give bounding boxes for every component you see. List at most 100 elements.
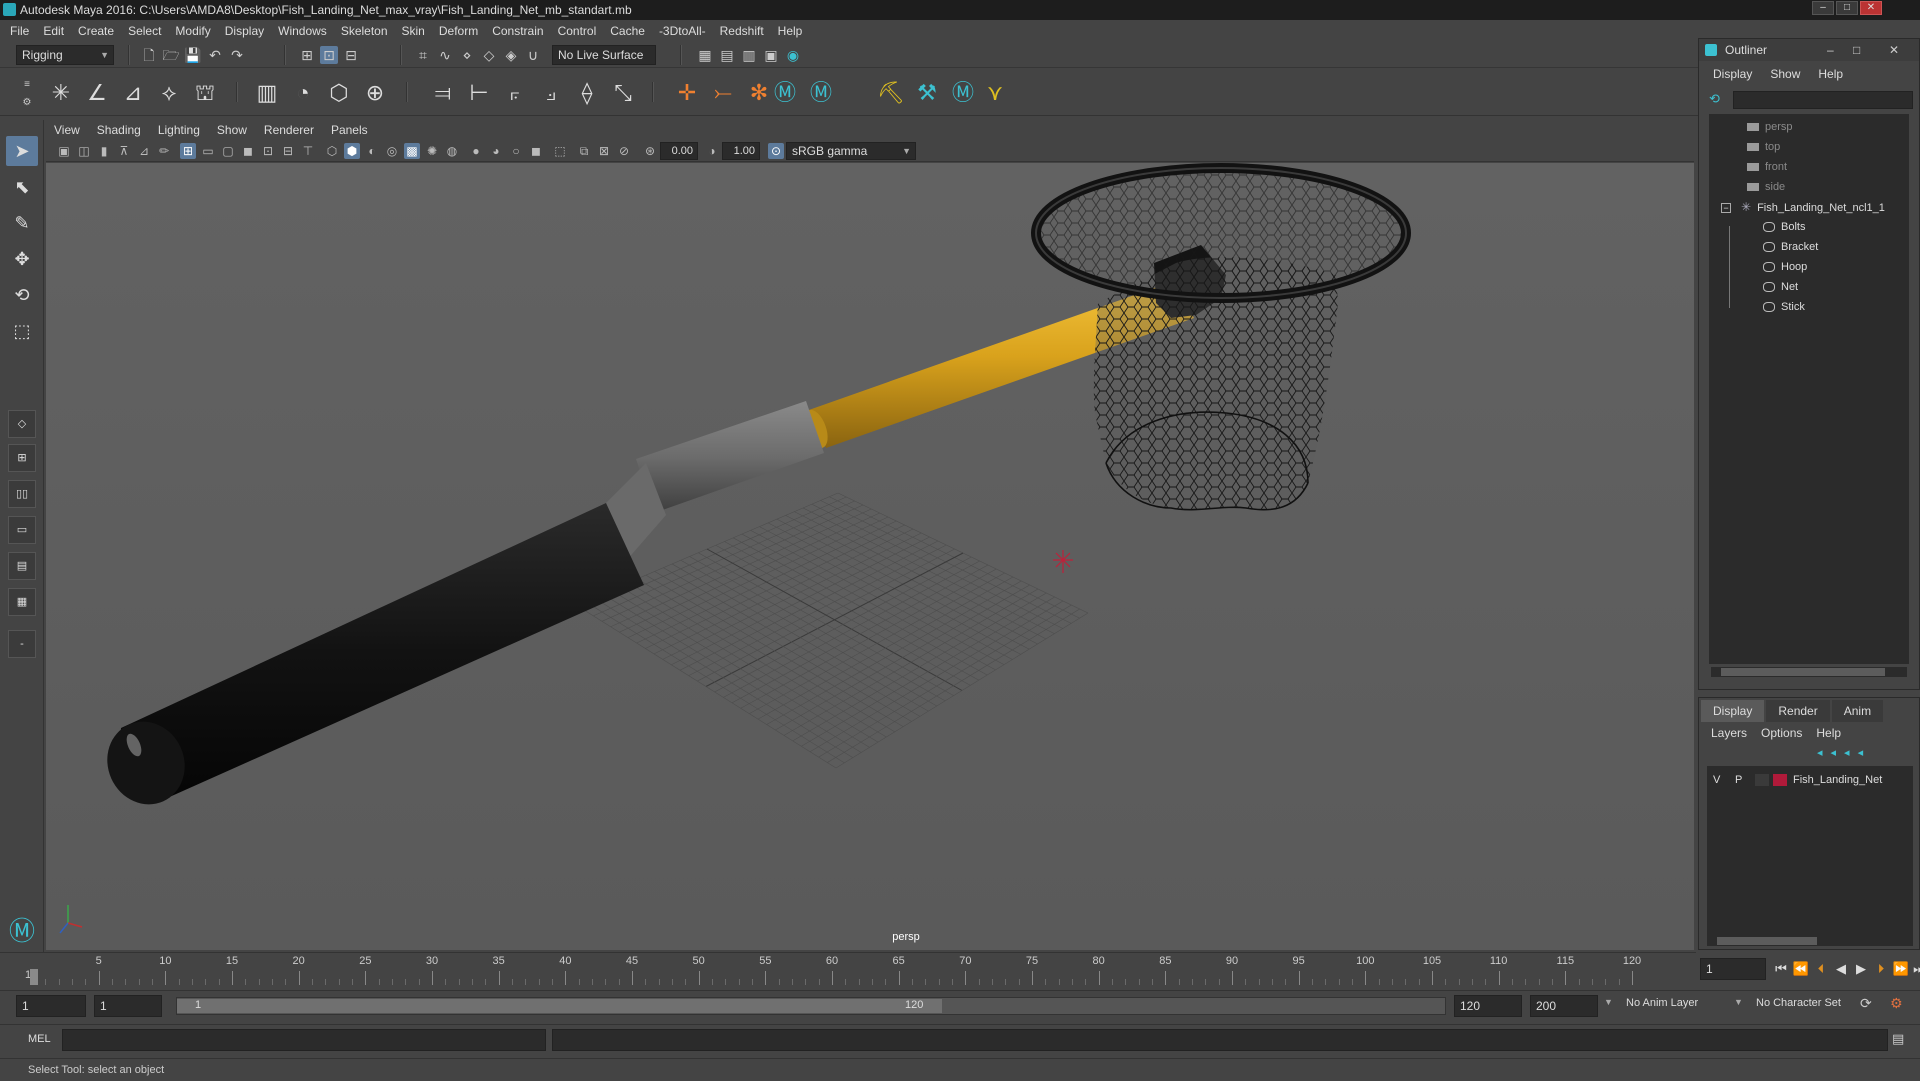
- panel-menu-shading[interactable]: Shading: [97, 123, 141, 137]
- anim-layer-dropdown[interactable]: No Anim Layer: [1626, 997, 1698, 1009]
- gamma-field[interactable]: 1.00: [722, 142, 760, 160]
- outliner-item-top[interactable]: top: [1709, 138, 1909, 156]
- outliner-item-stick[interactable]: Stick: [1709, 298, 1909, 316]
- select-component-icon[interactable]: ⊟: [342, 46, 360, 64]
- script-editor-icon[interactable]: ▤: [1892, 1031, 1904, 1047]
- rotate-tool-icon[interactable]: ⟲: [6, 280, 38, 310]
- shelf-menu-icon[interactable]: ≡: [18, 76, 36, 94]
- grid-icon[interactable]: ⊞: [180, 143, 196, 159]
- range-slider[interactable]: 1 120: [176, 997, 1446, 1015]
- maya-script-3-icon[interactable]: Ⓜ: [948, 78, 978, 108]
- auto-key-icon[interactable]: ⟳: [1860, 995, 1872, 1012]
- render-view-icon[interactable]: ▣: [762, 46, 780, 64]
- lasso-tool-icon[interactable]: ⬉: [6, 172, 38, 202]
- layer-action-icons[interactable]: ◂◂◂◂: [1817, 746, 1871, 759]
- preferences-icon[interactable]: ⚙: [1890, 995, 1903, 1012]
- bookmark-icon[interactable]: ▮: [96, 143, 112, 159]
- isolate-select-icon[interactable]: ⬚: [552, 143, 568, 159]
- menu-create[interactable]: Create: [78, 24, 114, 38]
- maximize-button[interactable]: □: [1836, 1, 1858, 15]
- command-language-label[interactable]: MEL: [28, 1033, 51, 1045]
- minimize-button[interactable]: –: [1812, 1, 1834, 15]
- lattice-icon[interactable]: ⬡: [324, 78, 354, 108]
- playback-end-field[interactable]: 120: [1454, 995, 1522, 1017]
- open-scene-icon[interactable]: 🗁: [162, 46, 180, 64]
- outliner-menu-help[interactable]: Help: [1818, 67, 1843, 85]
- render-settings-icon[interactable]: ▦: [696, 46, 714, 64]
- play-forwards-icon[interactable]: ▶: [1852, 960, 1870, 978]
- select-tool-icon[interactable]: ➤: [6, 136, 38, 166]
- menu-display[interactable]: Display: [225, 24, 264, 38]
- time-slider[interactable]: 1 5 10 15 20 25 30 35 40 45 50 55 60 65 70 75 80 85 90 95 1…: [0, 952, 1696, 986]
- two-view-side-icon[interactable]: ▯▯: [8, 480, 36, 508]
- play-backwards-icon[interactable]: ◀: [1832, 960, 1850, 978]
- magnet-icon[interactable]: ∪: [524, 46, 542, 64]
- xray-joints-icon[interactable]: ⊠: [596, 143, 612, 159]
- orient-constraint-icon[interactable]: ⟔: [500, 78, 530, 108]
- layer-menu-options[interactable]: Options: [1761, 726, 1802, 740]
- image-plane-icon[interactable]: ⊼: [116, 143, 132, 159]
- chevron-down-icon[interactable]: ▼: [1604, 997, 1613, 1007]
- step-back-frame-icon[interactable]: ⏴: [1812, 960, 1830, 978]
- wireframe-on-shaded-icon[interactable]: ◎: [384, 143, 400, 159]
- wire-tool-icon[interactable]: ⚒: [912, 78, 942, 108]
- select-hierarchy-icon[interactable]: ⊞: [298, 46, 316, 64]
- outliner-search-input[interactable]: [1733, 91, 1913, 109]
- joint-tool-icon[interactable]: ✳: [46, 78, 76, 108]
- live-surface-field[interactable]: No Live Surface: [552, 45, 656, 65]
- snap-view-icon[interactable]: ◇: [480, 46, 498, 64]
- menu-control[interactable]: Control: [558, 24, 597, 38]
- menu-skeleton[interactable]: Skeleton: [341, 24, 388, 38]
- camera-select-icon[interactable]: ▣: [56, 143, 72, 159]
- wireframe-icon[interactable]: ⬡: [324, 143, 340, 159]
- scrollbar-thumb[interactable]: [1721, 668, 1885, 676]
- viewport-persp[interactable]: persp: [46, 163, 1694, 950]
- layer-type-box[interactable]: [1755, 774, 1769, 786]
- new-scene-icon[interactable]: 🗋: [140, 46, 158, 64]
- current-frame-marker[interactable]: [30, 969, 38, 985]
- pole-vector-icon[interactable]: ⤡: [608, 78, 638, 108]
- xray-icon[interactable]: ⧉: [576, 143, 592, 159]
- snap-point-icon[interactable]: ⋄: [458, 46, 476, 64]
- menu-file[interactable]: File: [10, 24, 29, 38]
- single-view-layout-icon[interactable]: ◇: [8, 410, 36, 438]
- tab-display[interactable]: Display: [1701, 700, 1765, 722]
- outliner-item-bracket[interactable]: Bracket: [1709, 238, 1909, 256]
- close-button[interactable]: ✕: [1860, 1, 1882, 15]
- menu-edit[interactable]: Edit: [43, 24, 64, 38]
- gamma-icon[interactable]: ◑: [704, 143, 720, 159]
- refresh-icon[interactable]: ⟲: [1709, 91, 1720, 107]
- move-tool-icon[interactable]: ✥: [6, 244, 38, 274]
- exposure-icon[interactable]: ⊛: [642, 143, 658, 159]
- textured-icon[interactable]: ▩: [404, 143, 420, 159]
- menu-3dtoall[interactable]: -3DtoAll-: [659, 24, 706, 38]
- snap-grid-icon[interactable]: ⌗: [414, 46, 432, 64]
- anti-aliasing-icon[interactable]: ○: [508, 143, 524, 159]
- two-d-pan-icon[interactable]: ⊿: [136, 143, 152, 159]
- outliner-menu-display[interactable]: Display: [1713, 67, 1752, 85]
- scale-tool-icon[interactable]: ⬚: [6, 316, 38, 346]
- depth-of-field-icon[interactable]: ◼: [528, 143, 544, 159]
- menu-set-dropdown[interactable]: Rigging ▼: [16, 45, 114, 65]
- aim-constraint-icon[interactable]: ⊢: [464, 78, 494, 108]
- menu-redshift[interactable]: Redshift: [720, 24, 764, 38]
- redo-icon[interactable]: ↷: [228, 46, 246, 64]
- character-set-dropdown[interactable]: No Character Set: [1756, 997, 1841, 1009]
- maximize-icon[interactable]: □: [1853, 39, 1860, 61]
- step-back-key-icon[interactable]: ⏪: [1792, 960, 1810, 978]
- command-input[interactable]: [62, 1029, 546, 1051]
- ik-handle-icon[interactable]: ∠: [82, 78, 112, 108]
- current-frame-field[interactable]: 1: [1700, 958, 1766, 980]
- range-slider-handle[interactable]: [177, 999, 942, 1013]
- minimize-icon[interactable]: –: [1827, 39, 1834, 61]
- hypershade-icon[interactable]: ◉: [784, 46, 802, 64]
- layer-visibility-toggle[interactable]: V: [1713, 770, 1720, 790]
- panel-menu-renderer[interactable]: Renderer: [264, 123, 314, 137]
- end-time-field[interactable]: 200: [1530, 995, 1598, 1017]
- scrollbar-thumb[interactable]: [1717, 937, 1817, 945]
- layer-playback-toggle[interactable]: P: [1735, 770, 1742, 790]
- outliner-item-side[interactable]: side: [1709, 178, 1909, 196]
- cluster-icon[interactable]: ⊕: [360, 78, 390, 108]
- film-gate-icon[interactable]: ▭: [200, 143, 216, 159]
- layout-more-icon[interactable]: -: [8, 630, 36, 658]
